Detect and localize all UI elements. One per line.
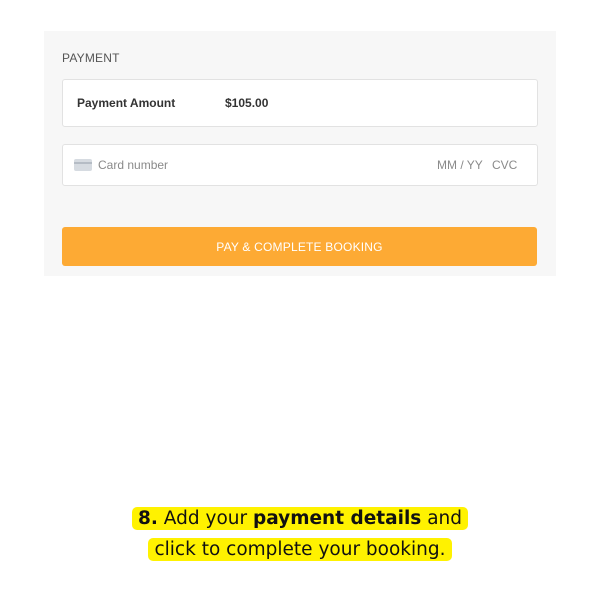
payment-panel: PAYMENT Payment Amount $105.00 MM / YY C… — [44, 31, 556, 276]
step-number: 8. — [138, 508, 158, 529]
caption-line-2: click to complete your booking. — [148, 538, 452, 561]
payment-section-title: PAYMENT — [62, 51, 120, 65]
cvc-input[interactable]: CVC — [492, 158, 517, 172]
payment-amount-label: Payment Amount — [77, 96, 176, 110]
payment-amount-value: $105.00 — [225, 96, 269, 110]
caption-line-1: 8. Add your payment details and — [132, 507, 468, 530]
caption-text-before: Add your — [163, 508, 248, 529]
card-input-field[interactable]: MM / YY CVC — [62, 144, 538, 186]
caption-bold-text: payment details — [252, 508, 422, 529]
expiry-date-input[interactable]: MM / YY — [437, 158, 483, 172]
pay-complete-booking-button[interactable]: PAY & COMPLETE BOOKING — [62, 227, 537, 266]
payment-amount-box: Payment Amount $105.00 — [62, 79, 538, 127]
credit-card-icon — [74, 159, 92, 171]
caption-text-after: and — [427, 508, 462, 529]
card-number-input[interactable] — [98, 156, 298, 174]
instruction-caption: 8. Add your payment details and click to… — [0, 503, 600, 565]
